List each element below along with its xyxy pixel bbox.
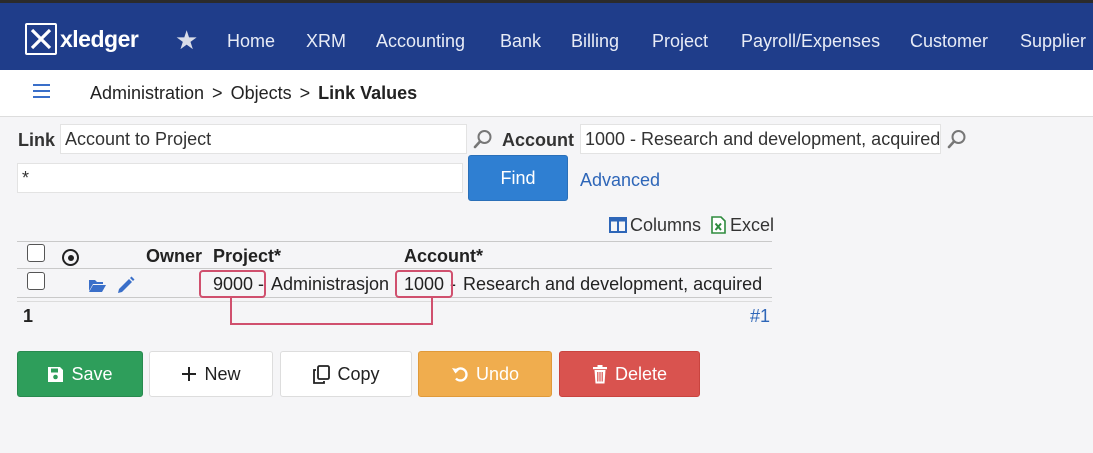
column-header-account[interactable]: Account* — [404, 245, 483, 267]
link-input[interactable]: Account to Project — [60, 124, 467, 154]
nav-project[interactable]: Project — [652, 29, 708, 53]
project-name: Administrasjon — [271, 274, 390, 294]
highlight-connector — [230, 298, 433, 325]
advanced-link[interactable]: Advanced — [580, 169, 660, 191]
hamburger-menu-icon[interactable] — [33, 84, 50, 102]
save-label: Save — [71, 364, 113, 384]
nav-payroll-expenses[interactable]: Payroll/Expenses — [741, 29, 880, 53]
nav-billing[interactable]: Billing — [571, 29, 619, 53]
excel-button[interactable]: Excel — [711, 214, 774, 236]
plus-icon — [181, 366, 197, 382]
trash-icon — [592, 364, 608, 384]
new-button[interactable]: New — [149, 351, 273, 397]
find-button[interactable]: Find — [468, 155, 568, 201]
table-top-border — [17, 241, 772, 242]
copy-button[interactable]: Copy — [280, 351, 412, 397]
row-checkbox[interactable] — [27, 272, 45, 290]
nav-bank[interactable]: Bank — [500, 29, 541, 53]
row-count: 1 — [23, 306, 34, 326]
target-column-icon[interactable] — [62, 249, 79, 266]
breadcrumb-separator: > — [299, 83, 311, 103]
nav-supplier[interactable]: Supplier — [1020, 29, 1086, 53]
nav-accounting[interactable]: Accounting — [376, 29, 465, 53]
breadcrumb-separator: > — [212, 83, 223, 103]
breadcrumb: Administration > Objects > Link Values — [90, 82, 417, 104]
breadcrumb-link-values: Link Values — [318, 83, 418, 103]
breadcrumb-administration[interactable]: Administration — [90, 83, 204, 103]
floppy-disk-icon — [47, 366, 64, 383]
breadcrumb-objects[interactable]: Objects — [231, 83, 292, 103]
link-search-icon[interactable] — [469, 125, 497, 153]
column-header-project[interactable]: Project* — [213, 245, 281, 267]
account-code-highlight — [395, 270, 453, 298]
link-label: Link — [18, 130, 56, 150]
delete-label: Delete — [614, 364, 668, 384]
excel-icon — [711, 216, 726, 234]
new-label: New — [204, 364, 241, 384]
account-search-icon[interactable] — [943, 125, 971, 153]
columns-button[interactable]: Columns — [609, 214, 701, 236]
page-indicator[interactable]: #1 — [750, 305, 770, 327]
undo-label: Undo — [475, 364, 520, 384]
nav-xrm[interactable]: XRM — [306, 29, 346, 53]
copy-label: Copy — [337, 364, 380, 384]
nav-home[interactable]: Home — [227, 29, 275, 53]
nav-customer[interactable]: Customer — [910, 29, 988, 53]
columns-icon — [609, 217, 627, 233]
project-code-highlight — [199, 270, 266, 298]
top-nav-bar: xledger ★ Home XRM Accounting Bank Billi… — [0, 0, 1093, 70]
delete-button[interactable]: Delete — [559, 351, 700, 397]
account-input[interactable]: 1000 - Research and development, acquire… — [580, 124, 941, 154]
excel-label: Excel — [730, 215, 775, 235]
column-header-owner[interactable]: Owner — [146, 245, 202, 267]
header-divider — [17, 268, 772, 269]
save-button[interactable]: Save — [17, 351, 143, 397]
undo-button[interactable]: Undo — [418, 351, 552, 397]
copy-icon — [312, 364, 331, 384]
columns-label: Columns — [630, 215, 702, 235]
undo-icon — [451, 365, 469, 383]
select-all-checkbox[interactable] — [27, 244, 45, 262]
main-nav: Home XRM Accounting Bank Billing Project… — [0, 29, 1093, 53]
account-label: Account — [502, 130, 574, 150]
account-name: Research and development, acquired — [463, 274, 763, 294]
folder-open-icon[interactable] — [88, 278, 107, 298]
search-input[interactable]: * — [17, 163, 463, 193]
